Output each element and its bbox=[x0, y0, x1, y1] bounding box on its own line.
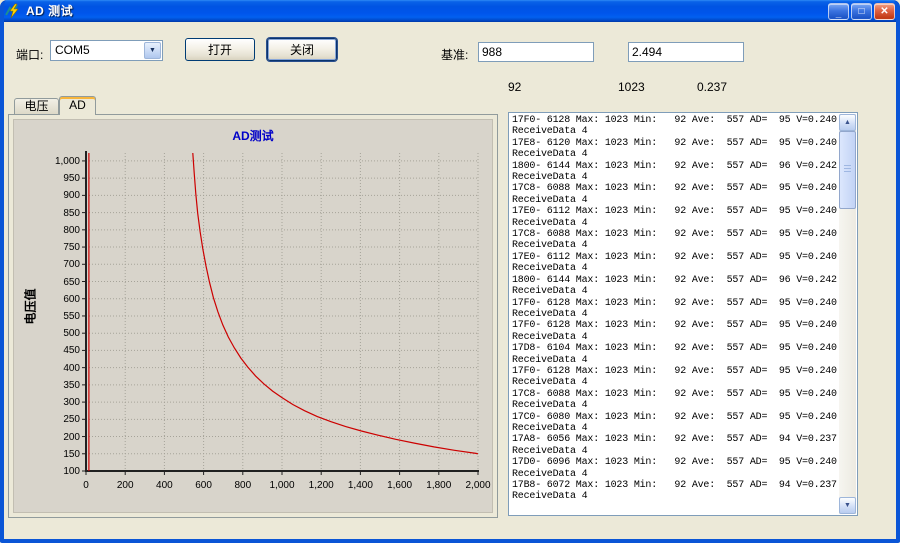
log-line: ReceiveData 4 bbox=[512, 240, 838, 251]
minimize-button[interactable]: _ bbox=[828, 3, 849, 20]
log-line: 17B8- 6072 Max: 1023 Min: 92 Ave: 557 AD… bbox=[512, 480, 838, 491]
log-line: ReceiveData 4 bbox=[512, 400, 838, 411]
reference-volt-input[interactable] bbox=[628, 42, 744, 62]
log-line: ReceiveData 4 bbox=[512, 286, 838, 297]
log-line: ReceiveData 4 bbox=[512, 172, 838, 183]
log-line: ReceiveData 4 bbox=[512, 423, 838, 434]
log-line: 1800- 6144 Max: 1023 Min: 92 Ave: 557 AD… bbox=[512, 161, 838, 172]
log-listbox[interactable]: 17F0- 6128 Max: 1023 Min: 92 Ave: 557 AD… bbox=[508, 112, 858, 516]
close-button[interactable]: 关闭 bbox=[267, 38, 337, 61]
minimize-icon: _ bbox=[836, 6, 842, 21]
log-line: ReceiveData 4 bbox=[512, 469, 838, 480]
app-icon bbox=[5, 3, 21, 19]
tab-voltage[interactable]: 电压 bbox=[14, 98, 59, 114]
chevron-down-icon: ▼ bbox=[145, 43, 160, 58]
log-line: 17D0- 6096 Max: 1023 Min: 92 Ave: 557 AD… bbox=[512, 457, 838, 468]
series-decay-curve bbox=[193, 153, 478, 454]
maximize-button[interactable]: □ bbox=[851, 3, 872, 20]
log-line: ReceiveData 4 bbox=[512, 218, 838, 229]
chart: AD测试 电压值 1,00095090085080075070065060055… bbox=[13, 119, 493, 513]
port-dropdown-button[interactable]: ▼ bbox=[144, 42, 161, 59]
title-bar[interactable]: AD 测试 _ □ ✕ bbox=[0, 0, 900, 22]
log-line: 17A8- 6056 Max: 1023 Min: 92 Ave: 557 AD… bbox=[512, 434, 838, 445]
maximize-icon: □ bbox=[858, 4, 864, 19]
log-line: 17C8- 6088 Max: 1023 Min: 92 Ave: 557 AD… bbox=[512, 229, 838, 240]
port-select-value: COM5 bbox=[55, 41, 90, 60]
readout-min: 92 bbox=[508, 80, 521, 94]
log-line: ReceiveData 4 bbox=[512, 446, 838, 457]
scroll-up-icon: ▲ bbox=[840, 115, 855, 130]
log-line: ReceiveData 4 bbox=[512, 263, 838, 274]
close-window-button[interactable]: ✕ bbox=[874, 3, 895, 20]
log-line: 17D8- 6104 Max: 1023 Min: 92 Ave: 557 AD… bbox=[512, 343, 838, 354]
log-lines: 17F0- 6128 Max: 1023 Min: 92 Ave: 557 AD… bbox=[512, 115, 838, 513]
log-line: ReceiveData 4 bbox=[512, 377, 838, 388]
scroll-up-button[interactable]: ▲ bbox=[839, 114, 856, 131]
log-line: ReceiveData 4 bbox=[512, 309, 838, 320]
scroll-thumb[interactable] bbox=[839, 131, 856, 209]
readout-volt: 0.237 bbox=[697, 80, 727, 94]
log-line: ReceiveData 4 bbox=[512, 491, 838, 502]
log-scrollbar[interactable]: ▲ ▼ bbox=[839, 114, 856, 514]
scroll-down-icon: ▼ bbox=[840, 498, 855, 513]
port-label: 端口: bbox=[16, 46, 43, 63]
chart-canvas bbox=[14, 120, 494, 512]
log-line: 17F0- 6128 Max: 1023 Min: 92 Ave: 557 AD… bbox=[512, 320, 838, 331]
scroll-down-button[interactable]: ▼ bbox=[839, 497, 856, 514]
close-icon: ✕ bbox=[880, 4, 888, 19]
log-line: ReceiveData 4 bbox=[512, 332, 838, 343]
app-window: AD 测试 _ □ ✕ 端口: COM5 ▼ 打开 关闭 基准: 92 1023… bbox=[0, 0, 900, 543]
log-line: ReceiveData 4 bbox=[512, 355, 838, 366]
open-button[interactable]: 打开 bbox=[185, 38, 255, 61]
window-controls: _ □ ✕ bbox=[828, 3, 895, 20]
log-line: ReceiveData 4 bbox=[512, 126, 838, 137]
log-line: 17E0- 6112 Max: 1023 Min: 92 Ave: 557 AD… bbox=[512, 252, 838, 263]
log-line: 17C8- 6088 Max: 1023 Min: 92 Ave: 557 AD… bbox=[512, 183, 838, 194]
log-line: 17E8- 6120 Max: 1023 Min: 92 Ave: 557 AD… bbox=[512, 138, 838, 149]
tab-ad[interactable]: AD bbox=[59, 96, 96, 115]
reference-label: 基准: bbox=[441, 46, 468, 63]
readout-max: 1023 bbox=[618, 80, 645, 94]
log-line: ReceiveData 4 bbox=[512, 149, 838, 160]
log-line: 17C8- 6088 Max: 1023 Min: 92 Ave: 557 AD… bbox=[512, 389, 838, 400]
port-select[interactable]: COM5 ▼ bbox=[50, 40, 163, 61]
log-line: 17F0- 6128 Max: 1023 Min: 92 Ave: 557 AD… bbox=[512, 115, 838, 126]
log-line: 17F0- 6128 Max: 1023 Min: 92 Ave: 557 AD… bbox=[512, 298, 838, 309]
log-line: 17C0- 6080 Max: 1023 Min: 92 Ave: 557 AD… bbox=[512, 412, 838, 423]
window-title: AD 测试 bbox=[26, 0, 73, 22]
log-line: 17E0- 6112 Max: 1023 Min: 92 Ave: 557 AD… bbox=[512, 206, 838, 217]
log-line: 17F0- 6128 Max: 1023 Min: 92 Ave: 557 AD… bbox=[512, 366, 838, 377]
log-line: 1800- 6144 Max: 1023 Min: 92 Ave: 557 AD… bbox=[512, 275, 838, 286]
tab-panel: AD测试 电压值 1,00095090085080075070065060055… bbox=[8, 114, 498, 518]
reference-ad-input[interactable] bbox=[478, 42, 594, 62]
log-line: ReceiveData 4 bbox=[512, 195, 838, 206]
